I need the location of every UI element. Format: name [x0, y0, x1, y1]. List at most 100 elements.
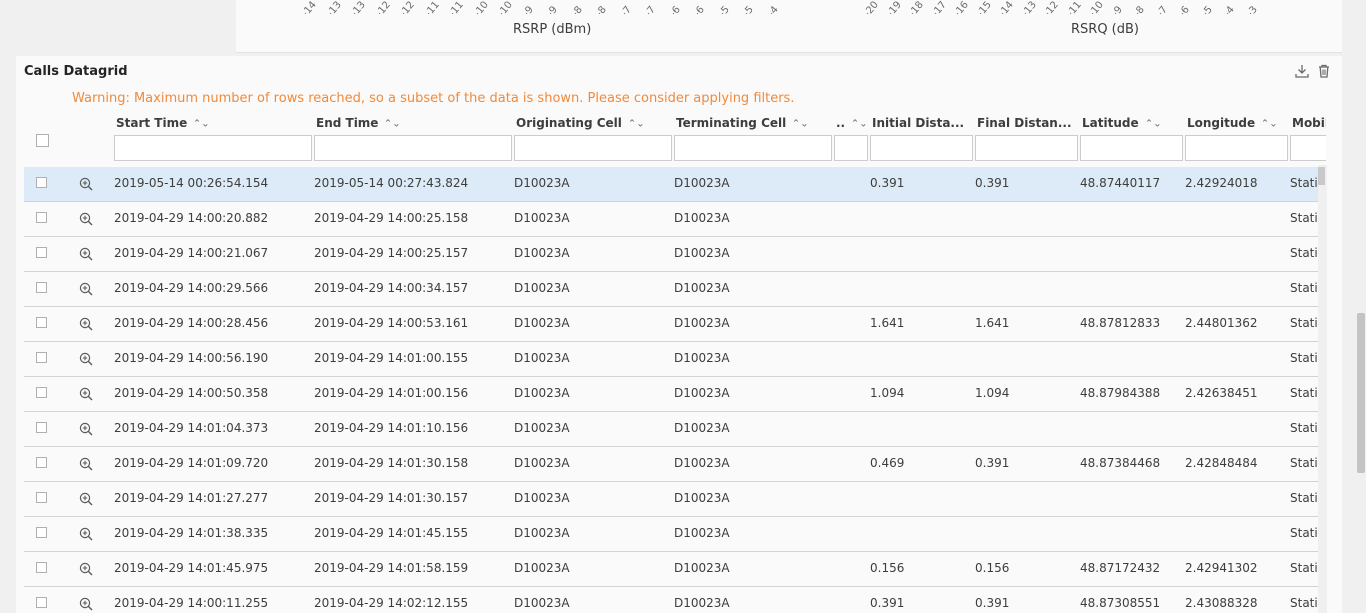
grid-scrollbar-thumb[interactable] — [1318, 167, 1325, 185]
row-checkbox[interactable] — [36, 387, 47, 398]
filter-input-fdist[interactable] — [975, 135, 1078, 161]
filter-input-lon[interactable] — [1185, 135, 1288, 161]
page-scrollbar-thumb[interactable] — [1357, 313, 1365, 473]
filter-input-start[interactable] — [114, 135, 312, 161]
column-title: Mobility — [1292, 116, 1326, 130]
column-header-label: .. ⌃⌄ — [836, 116, 866, 130]
zoom-in-icon[interactable] — [79, 562, 93, 576]
cell-end: 2019-05-14 00:27:43.824 — [314, 176, 469, 190]
row-checkbox[interactable] — [36, 492, 47, 503]
table-row[interactable]: 2019-05-14 00:26:54.154 2019-05-14 00:27:… — [24, 167, 1326, 202]
zoom-in-icon[interactable] — [79, 177, 93, 191]
column-header-fdist[interactable]: Final Distan...⌃⌄ — [975, 114, 1078, 166]
column-header-start[interactable]: Start Time ⌃⌄ — [114, 114, 312, 166]
cell-start: 2019-04-29 14:01:38.335 — [114, 526, 269, 540]
cell-end: 2019-04-29 14:00:34.157 — [314, 281, 469, 295]
row-checkbox[interactable] — [36, 527, 47, 538]
axis-tick-label: -11 — [1064, 0, 1084, 14]
download-icon[interactable] — [1294, 63, 1310, 79]
zoom-in-icon[interactable] — [79, 317, 93, 331]
table-row[interactable]: 2019-04-29 14:00:20.882 2019-04-29 14:00:… — [24, 202, 1326, 237]
table-row[interactable]: 2019-04-29 14:00:11.255 2019-04-29 14:02:… — [24, 587, 1326, 613]
axis-tick-label: -4 — [765, 4, 781, 14]
cell-end: 2019-04-29 14:01:30.157 — [314, 491, 469, 505]
row-checkbox[interactable] — [36, 282, 47, 293]
filter-input-idist[interactable] — [870, 135, 973, 161]
rsrq-tick-row: -20 -19 -18 -17 -16 -15 -14 -13 -12 -11 -10 -9 -8 -7-… — [862, 0, 1342, 14]
zoom-in-icon[interactable] — [79, 352, 93, 366]
column-header-orig[interactable]: Originating Cell ⌃⌄ — [514, 114, 672, 166]
cell-lon: 2.42848484 — [1185, 456, 1258, 470]
column-header-idist[interactable]: Initial Dista... ⌃⌄ — [870, 114, 973, 166]
table-row[interactable]: 2019-04-29 14:00:29.566 2019-04-29 14:00:… — [24, 272, 1326, 307]
cell-orig: D10023A — [514, 596, 570, 610]
filter-input-orig[interactable] — [514, 135, 672, 161]
zoom-in-icon[interactable] — [79, 212, 93, 226]
trash-icon[interactable] — [1316, 63, 1332, 79]
cell-lon — [1185, 272, 1288, 305]
table-row[interactable]: 2019-04-29 14:01:38.335 2019-04-29 14:01:… — [24, 517, 1326, 552]
zoom-in-icon[interactable] — [79, 422, 93, 436]
row-checkbox[interactable] — [36, 317, 47, 328]
table-row[interactable]: 2019-04-29 14:01:27.277 2019-04-29 14:01:… — [24, 482, 1326, 517]
zoom-in-icon[interactable] — [79, 527, 93, 541]
sort-icon[interactable]: ⌃⌄ — [193, 118, 210, 130]
table-row[interactable]: 2019-04-29 14:00:56.190 2019-04-29 14:01:… — [24, 342, 1326, 377]
axis-tick-label: -13 — [324, 0, 344, 14]
axis-tick-label: -7 — [643, 4, 658, 14]
row-checkbox[interactable] — [36, 177, 47, 188]
cell-lon: 2.42924018 — [1185, 176, 1258, 190]
column-header-narrow[interactable]: .. ⌃⌄ — [834, 114, 868, 166]
zoom-in-icon[interactable] — [79, 282, 93, 296]
row-checkbox[interactable] — [36, 247, 47, 258]
filter-input-lat[interactable] — [1080, 135, 1183, 161]
zoom-in-icon[interactable] — [79, 492, 93, 506]
filter-input-end[interactable] — [314, 135, 512, 161]
zoom-in-icon[interactable] — [79, 597, 93, 611]
column-header-label: Start Time ⌃⌄ — [116, 116, 310, 130]
table-row[interactable]: 2019-04-29 14:00:50.358 2019-04-29 14:01:… — [24, 377, 1326, 412]
sort-icon[interactable]: ⌃⌄ — [1145, 118, 1162, 130]
axis-tick-label: -6 — [692, 4, 707, 14]
cell-fdist: 0.156 — [975, 561, 1010, 575]
sort-icon[interactable]: ⌃⌄ — [851, 118, 866, 130]
cell-orig: D10023A — [514, 176, 570, 190]
axis-tick-label: -7 — [618, 4, 634, 14]
cell-orig: D10023A — [514, 491, 570, 505]
zoom-in-icon[interactable] — [79, 387, 93, 401]
table-row[interactable]: 2019-04-29 14:01:45.975 2019-04-29 14:01:… — [24, 552, 1326, 587]
select-all-checkbox[interactable] — [36, 134, 49, 147]
column-header-end[interactable]: End Time ⌃⌄ — [314, 114, 512, 166]
table-row[interactable]: 2019-04-29 14:00:21.067 2019-04-29 14:00:… — [24, 237, 1326, 272]
row-checkbox[interactable] — [36, 562, 47, 573]
zoom-in-icon[interactable] — [79, 247, 93, 261]
axis-tick-label: -12 — [398, 0, 417, 14]
sort-icon[interactable]: ⌃⌄ — [384, 118, 401, 130]
grid-scrollbar-track[interactable] — [1318, 165, 1327, 613]
panel-toolbar — [1294, 63, 1332, 79]
row-checkbox[interactable] — [36, 212, 47, 223]
cell-idist — [870, 237, 973, 270]
row-checkbox[interactable] — [36, 352, 47, 363]
filter-input-narrow[interactable] — [834, 135, 868, 161]
table-row[interactable]: 2019-04-29 14:00:28.456 2019-04-29 14:00:… — [24, 307, 1326, 342]
row-checkbox[interactable] — [36, 457, 47, 468]
row-checkbox[interactable] — [36, 422, 47, 433]
sort-icon[interactable]: ⌃⌄ — [1261, 118, 1278, 130]
cell-start: 2019-04-29 14:01:27.277 — [114, 491, 269, 505]
filter-input-term[interactable] — [674, 135, 832, 161]
column-header-mob[interactable]: Mobility — [1290, 114, 1326, 166]
sort-icon[interactable]: ⌃⌄ — [628, 118, 645, 130]
cell-lon: 2.42638451 — [1185, 386, 1258, 400]
table-row[interactable]: 2019-04-29 14:01:04.373 2019-04-29 14:01:… — [24, 412, 1326, 447]
row-checkbox[interactable] — [36, 597, 47, 608]
table-row[interactable]: 2019-04-29 14:01:09.720 2019-04-29 14:01:… — [24, 447, 1326, 482]
column-header-lon[interactable]: Longitude ⌃⌄ — [1185, 114, 1288, 166]
sort-icon[interactable]: ⌃⌄ — [792, 118, 809, 130]
sort-icon[interactable]: ⌃⌄ — [970, 118, 971, 130]
filter-input-mob[interactable] — [1290, 135, 1326, 161]
zoom-in-icon[interactable] — [79, 457, 93, 471]
column-header-lat[interactable]: Latitude ⌃⌄ — [1080, 114, 1183, 166]
column-header-term[interactable]: Terminating Cell ⌃⌄ — [674, 114, 832, 166]
cell-lon — [1185, 342, 1288, 375]
